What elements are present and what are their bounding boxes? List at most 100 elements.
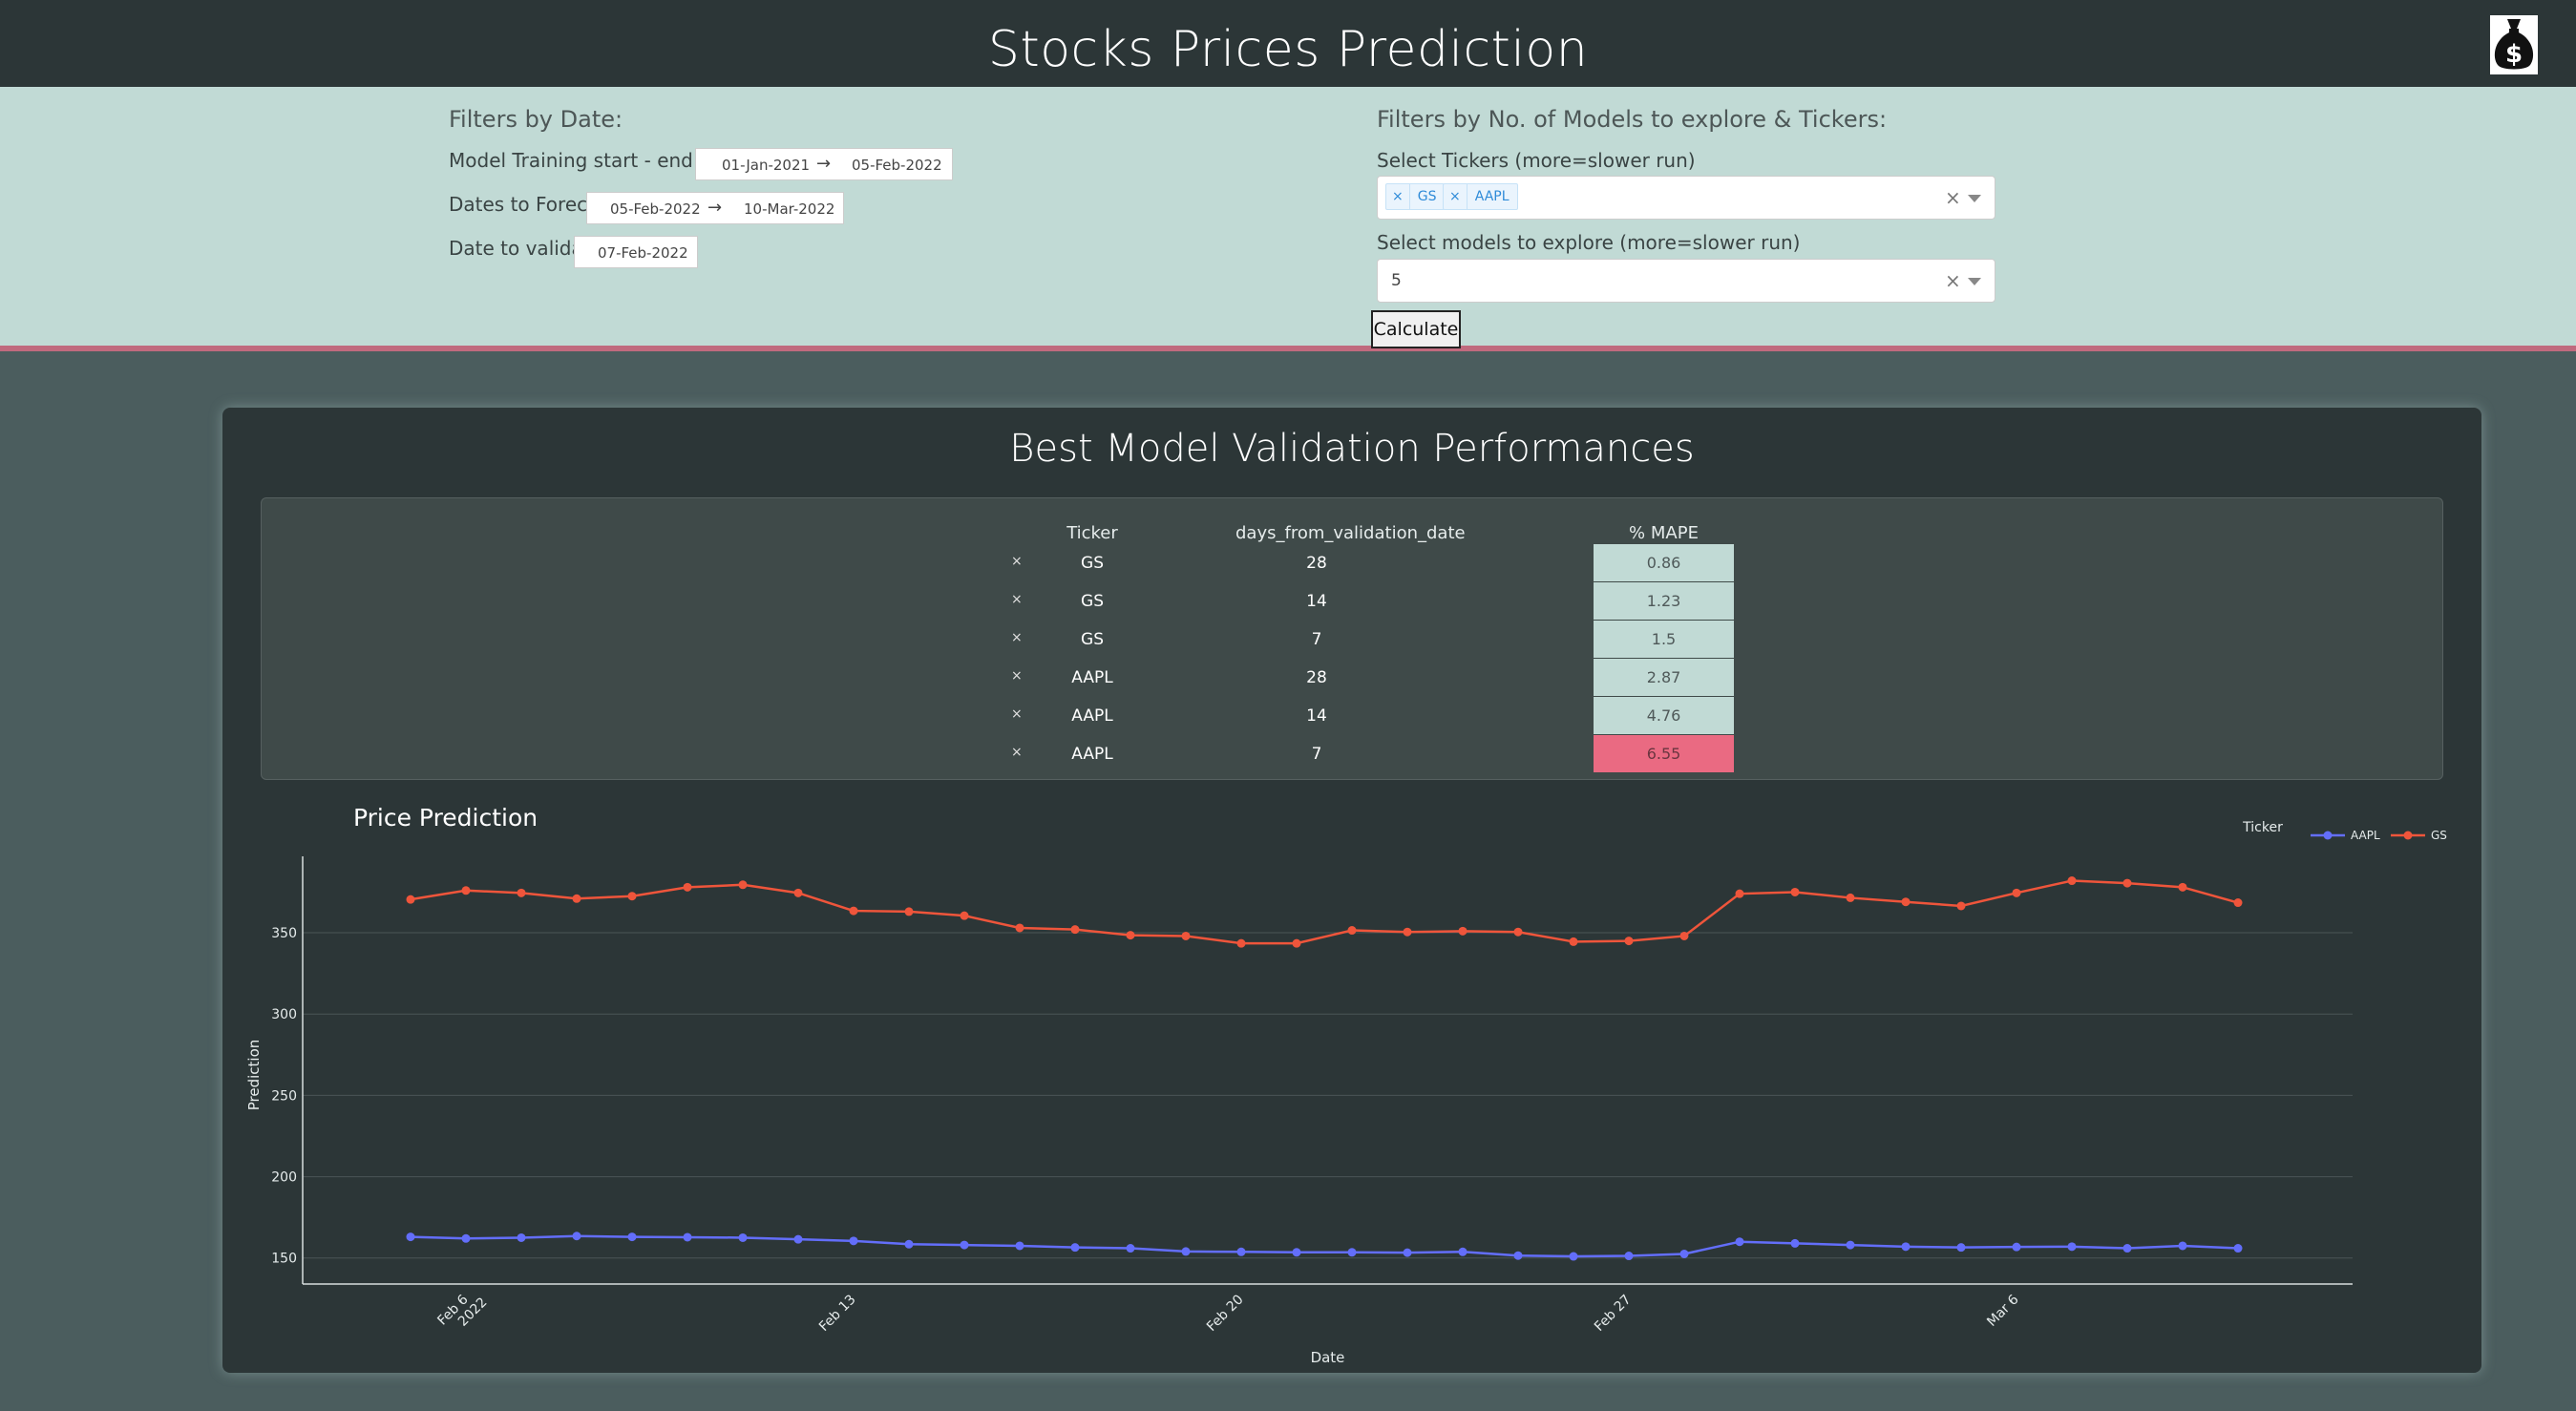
models-value: 5 (1391, 271, 1402, 290)
tickers-multiselect[interactable]: × GS × AAPL × (1377, 176, 1995, 220)
calculate-button[interactable]: Calculate (1371, 310, 1461, 348)
data-point-aapl[interactable] (2178, 1241, 2187, 1251)
legend-swatch-marker[interactable] (2403, 831, 2413, 840)
data-point-gs[interactable] (627, 892, 637, 901)
data-point-gs[interactable] (1956, 901, 1966, 911)
data-point-aapl[interactable] (1236, 1247, 1246, 1256)
data-point-gs[interactable] (849, 906, 858, 916)
data-point-gs[interactable] (793, 888, 803, 897)
models-select[interactable]: 5 × (1377, 259, 1995, 303)
data-point-gs[interactable] (1846, 893, 1855, 902)
data-point-aapl[interactable] (1624, 1252, 1634, 1261)
data-point-gs[interactable] (1569, 937, 1578, 946)
data-point-gs[interactable] (2178, 882, 2187, 892)
x-tick-label: Mar 6 (1984, 1292, 2022, 1330)
data-point-gs[interactable] (1181, 931, 1191, 940)
app-header: Stocks Prices Prediction $ (0, 0, 2576, 87)
price-prediction-chart[interactable]: 150 200 250 300 350 Feb 62022 Feb 13 Feb 20 Feb … (222, 408, 2481, 1373)
data-point-aapl[interactable] (1015, 1241, 1024, 1251)
data-point-gs[interactable] (2012, 888, 2021, 897)
data-point-gs[interactable] (2233, 898, 2243, 908)
data-point-aapl[interactable] (904, 1239, 914, 1249)
remove-tag-icon[interactable]: × (1444, 184, 1467, 209)
data-point-aapl[interactable] (1458, 1247, 1467, 1256)
data-point-gs[interactable] (1292, 938, 1301, 948)
forecast-start-date[interactable]: 05-Feb-2022 (610, 200, 701, 218)
data-point-aapl[interactable] (1126, 1244, 1135, 1253)
chevron-down-icon[interactable] (1968, 195, 1981, 202)
data-point-gs[interactable] (1735, 889, 1744, 898)
data-point-gs[interactable] (517, 888, 526, 897)
data-point-aapl[interactable] (1513, 1251, 1523, 1260)
data-point-gs[interactable] (683, 882, 692, 892)
data-point-aapl[interactable] (1679, 1249, 1689, 1258)
data-point-aapl[interactable] (1956, 1243, 1966, 1253)
data-point-aapl[interactable] (1735, 1237, 1744, 1247)
data-point-gs[interactable] (2067, 876, 2077, 886)
clear-icon[interactable]: × (1945, 186, 1961, 209)
forecast-end-date[interactable]: 10-Mar-2022 (744, 200, 834, 218)
legend-item-aapl[interactable]: AAPL (2351, 829, 2380, 842)
data-point-aapl[interactable] (683, 1232, 692, 1242)
forecast-date-range-picker[interactable]: 05-Feb-2022 → 10-Mar-2022 (586, 192, 844, 224)
remove-tag-icon[interactable]: × (1386, 184, 1410, 209)
data-point-aapl[interactable] (793, 1234, 803, 1244)
data-point-aapl[interactable] (461, 1233, 471, 1243)
data-point-aapl[interactable] (2122, 1244, 2132, 1253)
model-filters-heading: Filters by No. of Models to explore & Ti… (1377, 106, 1888, 133)
data-point-gs[interactable] (2122, 878, 2132, 888)
tickers-label: Select Tickers (more=slower run) (1377, 149, 1696, 172)
training-start-date[interactable]: 01-Jan-2021 (722, 157, 810, 174)
ticker-tag-aapl: × AAPL (1443, 183, 1518, 210)
clear-icon[interactable]: × (1945, 269, 1961, 292)
data-point-gs[interactable] (406, 895, 415, 904)
data-point-aapl[interactable] (406, 1232, 415, 1242)
y-tick-label: 200 (271, 1170, 297, 1186)
data-point-gs[interactable] (1458, 926, 1467, 936)
training-date-range-picker[interactable]: 01-Jan-2021 → 05-Feb-2022 (695, 148, 953, 180)
data-point-gs[interactable] (960, 911, 969, 920)
data-point-gs[interactable] (1901, 897, 1911, 907)
data-point-aapl[interactable] (849, 1236, 858, 1246)
data-point-aapl[interactable] (517, 1232, 526, 1242)
validate-date-picker[interactable]: 07-Feb-2022 (574, 236, 698, 268)
x-tick-text: Feb 20 (1204, 1292, 1247, 1335)
data-point-aapl[interactable] (738, 1232, 748, 1242)
data-point-aapl[interactable] (572, 1232, 581, 1241)
data-point-gs[interactable] (572, 894, 581, 903)
filters-panel: Filters by Date: Model Training start - … (0, 87, 2576, 351)
data-point-gs[interactable] (1624, 937, 1634, 946)
data-point-aapl[interactable] (1070, 1243, 1080, 1253)
data-point-aapl[interactable] (1846, 1240, 1855, 1250)
validate-date[interactable]: 07-Feb-2022 (598, 244, 688, 262)
data-point-aapl[interactable] (1347, 1248, 1357, 1257)
chevron-down-icon[interactable] (1968, 278, 1981, 285)
data-point-aapl[interactable] (2233, 1244, 2243, 1253)
data-point-aapl[interactable] (960, 1240, 969, 1250)
legend-item-gs[interactable]: GS (2431, 829, 2447, 842)
data-point-aapl[interactable] (627, 1232, 637, 1242)
data-point-aapl[interactable] (1403, 1248, 1412, 1257)
data-point-aapl[interactable] (2012, 1242, 2021, 1252)
data-point-gs[interactable] (738, 880, 748, 890)
data-point-aapl[interactable] (1901, 1242, 1911, 1252)
data-point-gs[interactable] (1126, 931, 1135, 940)
legend-swatch-marker[interactable] (2323, 831, 2333, 840)
data-point-aapl[interactable] (1790, 1238, 1800, 1248)
data-point-aapl[interactable] (2067, 1242, 2077, 1252)
data-point-aapl[interactable] (1569, 1252, 1578, 1261)
data-point-gs[interactable] (1790, 887, 1800, 896)
data-point-aapl[interactable] (1292, 1248, 1301, 1257)
data-point-gs[interactable] (1679, 931, 1689, 940)
data-point-gs[interactable] (1403, 927, 1412, 937)
data-point-gs[interactable] (1070, 925, 1080, 935)
data-point-gs[interactable] (1236, 938, 1246, 948)
data-point-gs[interactable] (461, 886, 471, 895)
data-point-gs[interactable] (1347, 926, 1357, 936)
data-point-gs[interactable] (1513, 927, 1523, 937)
x-tick-text: Mar 6 (1984, 1292, 2022, 1330)
data-point-gs[interactable] (1015, 923, 1024, 933)
data-point-aapl[interactable] (1181, 1247, 1191, 1256)
training-end-date[interactable]: 05-Feb-2022 (852, 157, 942, 174)
data-point-gs[interactable] (904, 907, 914, 916)
